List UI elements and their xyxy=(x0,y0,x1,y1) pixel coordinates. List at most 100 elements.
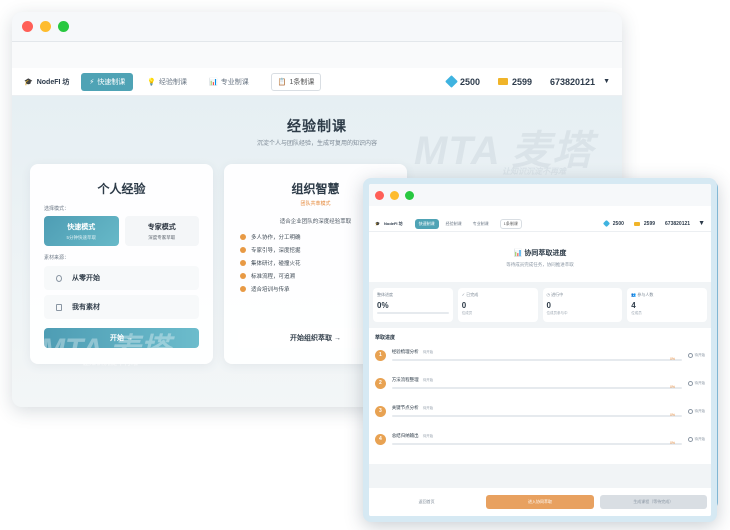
tab-professional-label: 专业制课 xyxy=(220,78,249,86)
tab-experience[interactable]: 💡 经验制课 xyxy=(139,73,195,91)
stat-label: 进行中 xyxy=(551,292,564,297)
source-have-material[interactable]: 我有素材 xyxy=(44,295,199,319)
stat-desc: 位成员 xyxy=(631,311,642,315)
progress-subtitle: 等待成员完成任务，协同推进萃取 xyxy=(506,262,574,267)
step-progress-bar xyxy=(391,443,682,445)
user-menu[interactable]: 673820121 ▼ xyxy=(550,77,610,87)
list-item[interactable]: 4 总结归纳输出 待开始 0% 待开始 xyxy=(375,425,705,453)
clock-icon xyxy=(687,408,693,414)
step-progress-bar xyxy=(391,415,682,417)
user-id: 673820121 xyxy=(550,76,596,87)
progress-header: 📊 协同萃取进度 等待成员完成任务，协同推进萃取 xyxy=(369,238,711,282)
steps-panel: 萃取进度 1 经验梳理分析 待开始 0% 待开始 2 方法流程整理 待开始 0% 待… xyxy=(369,328,711,464)
stat-value: 0% xyxy=(377,301,389,310)
back-home-button[interactable]: 返回首页 xyxy=(373,495,480,509)
overlay-tab-experience[interactable]: 经验制课 xyxy=(442,219,466,229)
start-icon xyxy=(56,274,62,282)
gem-count: 2500 xyxy=(459,76,480,87)
overlay-tab-quick[interactable]: 快速制课 xyxy=(414,218,439,229)
stat-participants: 👥 参与人数 4 位成员 xyxy=(627,288,707,322)
tab-experience-label: 经验制课 xyxy=(159,78,188,86)
tab-quick-label: 快速制课 xyxy=(97,78,126,86)
step-title: 方法流程整理 xyxy=(391,377,419,382)
check-icon xyxy=(240,247,246,253)
progress-title: 📊 协同萃取进度 xyxy=(369,248,711,258)
step-status: 待开始 xyxy=(682,408,706,414)
step-status-text: 待开始 xyxy=(694,352,706,357)
overlay-minimize-button[interactable] xyxy=(390,190,399,200)
diamond-icon xyxy=(602,219,610,228)
tab-professional[interactable]: 📊 专业制课 xyxy=(201,73,257,91)
step-status-text: 待开始 xyxy=(694,436,706,441)
overlay-user-menu[interactable]: 673820121 ▼ xyxy=(665,220,705,227)
gem-balance: 2500 xyxy=(445,75,480,88)
source-have-material-label: 我有素材 xyxy=(72,304,100,311)
step-title-row: 经验梳理分析 待开始 xyxy=(392,349,682,355)
overlay-course-list-button[interactable]: 1条制课 xyxy=(499,218,522,229)
step-status: 待开始 xyxy=(682,352,706,358)
document-icon xyxy=(56,303,62,311)
mode-label: 选择模式： xyxy=(44,206,70,212)
mode-expert[interactable]: 专家模式 深度专家萃取 xyxy=(124,216,199,246)
step-sub: 待开始 xyxy=(422,406,434,410)
coin-icon xyxy=(497,78,508,85)
step-status: 待开始 xyxy=(682,436,706,442)
step-status-text: 待开始 xyxy=(694,408,706,413)
overlay-footer: 返回首页 进入协同萃取 生成课程（等待完成） xyxy=(369,488,711,516)
step-progress-bar xyxy=(391,359,682,361)
step-percent: 0% xyxy=(669,385,675,389)
generate-course-button[interactable]: 生成课程（等待完成） xyxy=(599,495,707,509)
mode-quick[interactable]: 快速模式 5分钟快速萃取 xyxy=(44,216,119,246)
step-status: 待开始 xyxy=(682,380,705,386)
chart-icon: 📊 xyxy=(209,78,218,86)
close-window-button[interactable] xyxy=(22,21,33,32)
overlay-close-button[interactable] xyxy=(375,190,384,200)
source-from-scratch-label: 从零开始 xyxy=(72,275,100,282)
minimize-window-button[interactable] xyxy=(40,21,51,32)
org-item-text: 专家引导，深度挖掘 xyxy=(251,248,301,254)
step-main: 方法流程整理 待开始 xyxy=(391,377,682,389)
step-sub: 待开始 xyxy=(422,378,434,382)
overlay-brand[interactable]: 🎓 NodeFI 坊 xyxy=(375,221,403,227)
list-item[interactable]: 1 经验梳理分析 待开始 0% 待开始 xyxy=(375,341,705,369)
org-item-text: 多人协作，分工明确 xyxy=(251,235,301,241)
step-title-row: 方法流程整理 待开始 xyxy=(392,377,682,383)
overlay-tab-professional[interactable]: 专业制课 xyxy=(469,219,493,229)
source-from-scratch[interactable]: 从零开始 xyxy=(44,266,199,290)
stat-label-row: ✓ 已完成 xyxy=(462,292,534,298)
step-title: 关键节点分析 xyxy=(391,405,419,410)
page-title: 经验制课 xyxy=(287,118,347,134)
org-item-text: 适合培训与传承 xyxy=(251,287,290,293)
overlay-tab-quick-label: 快速制课 xyxy=(418,220,435,226)
clipboard-icon: 📋 xyxy=(277,78,287,86)
top-navbar: 🎓 NodeFI 坊 ⚡ 快速制课 💡 经验制课 📊 专业制课 📋 1条制课 2… xyxy=(12,68,622,96)
toolbar-space xyxy=(12,42,622,68)
org-item-text: 集体研讨，碰撞火花 xyxy=(251,261,301,267)
list-item[interactable]: 3 关键节点分析 待开始 0% 待开始 xyxy=(375,397,705,425)
brand[interactable]: 🎓 NodeFI 坊 xyxy=(24,77,69,87)
enter-collab-button[interactable]: 进入协同萃取 xyxy=(486,495,594,509)
personal-card-title: 个人经验 xyxy=(97,182,146,196)
overlay-course-list-label: 1条制课 xyxy=(503,220,518,226)
check-icon xyxy=(240,260,246,266)
graduation-cap-icon: 🎓 xyxy=(375,221,380,226)
course-list-button[interactable]: 📋 1条制课 xyxy=(270,72,322,91)
bar-chart-icon: 📊 xyxy=(513,250,523,257)
clock-icon xyxy=(687,380,693,386)
overlay-brand-name: NodeFI 坊 xyxy=(383,220,403,226)
step-title-row: 关键节点分析 待开始 xyxy=(392,405,682,411)
overlay-maximize-button[interactable] xyxy=(405,190,414,200)
window-titlebar xyxy=(12,12,622,42)
clock-icon xyxy=(687,352,693,358)
progress-title-text: 协同萃取进度 xyxy=(524,250,567,257)
maximize-window-button[interactable] xyxy=(58,21,69,32)
stat-label: 已完成 xyxy=(466,292,479,297)
list-item[interactable]: 2 方法流程整理 待开始 0% 待开始 xyxy=(375,369,705,397)
coin-balance: 2599 xyxy=(497,77,532,87)
tab-quick[interactable]: ⚡ 快速制课 xyxy=(81,72,134,91)
overlay-titlebar xyxy=(369,184,711,206)
clock-icon xyxy=(687,436,693,442)
overlay-coin-count: 2599 xyxy=(643,220,656,227)
step-number: 1 xyxy=(375,349,386,361)
stat-in-progress: ◷ 进行中 0 位成员参与中 xyxy=(542,288,623,322)
